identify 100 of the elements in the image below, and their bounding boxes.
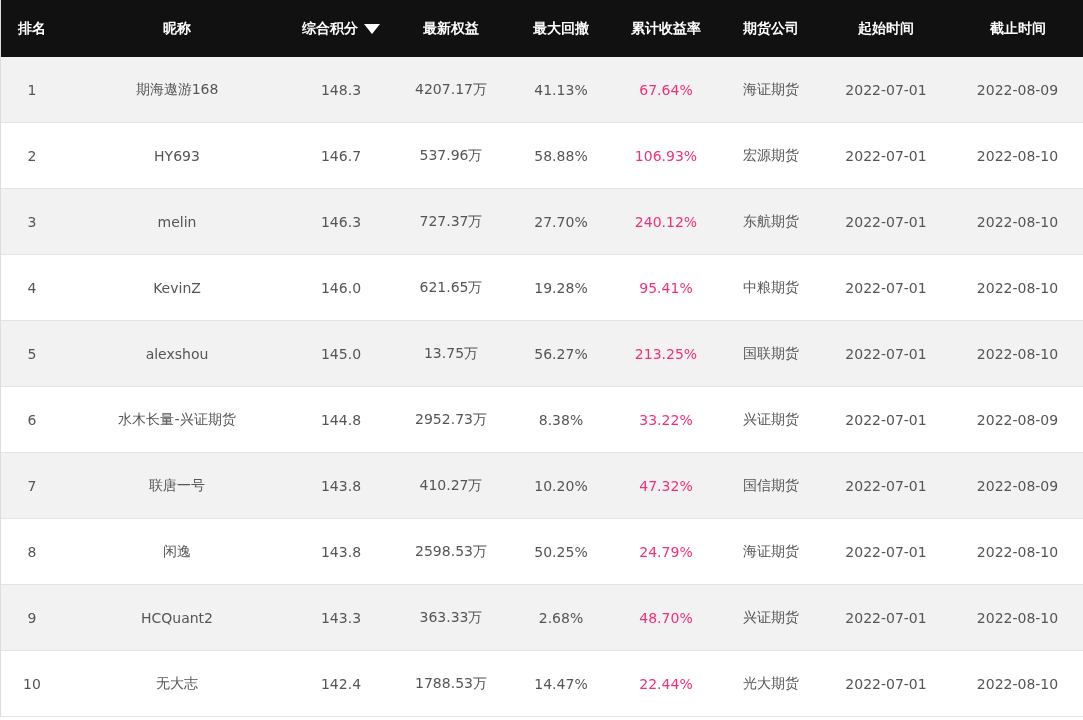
table-cell: 143.8 [320,543,362,560]
table-cell: KevinZ [153,279,201,296]
table-cell: 148.3 [320,81,362,98]
table-cell: 东航期货 [743,212,799,231]
table-cell: 24.79% [639,543,693,560]
table-cell: 光大期货 [743,674,799,693]
column-header[interactable]: 昵称 [63,0,291,57]
table-cell: 143.3 [320,609,362,626]
table-cell: 621.65万 [419,278,483,297]
table-cell: 8 [27,543,37,560]
column-header[interactable]: 期货公司 [721,0,821,57]
column-header[interactable]: 累计收益率 [611,0,721,57]
table-cell: 13.75万 [423,344,479,363]
table-cell: 363.33万 [419,608,483,627]
column-header[interactable]: 排名 [1,0,63,57]
table-cell: 4 [27,279,37,296]
table-cell: HY693 [154,147,200,164]
table-cell: 2022-07-01 [845,609,927,626]
table-cell: 5 [27,345,37,362]
table-cell: 67.64% [639,81,693,98]
table-cell: 2022-08-10 [976,675,1059,692]
table-cell: 宏源期货 [743,146,799,165]
table-cell: 海证期货 [743,542,799,561]
table-cell: 2022-07-01 [845,543,927,560]
table-cell: 2022-07-01 [845,411,927,428]
column-header[interactable]: 最大回撤 [511,0,611,57]
table-cell: 56.27% [534,345,588,362]
table-cell: 27.70% [534,213,588,230]
table-cell: 期海遨游168 [135,80,219,99]
table-cell: 2 [27,147,37,164]
table-cell: 联唐一号 [149,476,205,495]
table-cell: 2.68% [538,609,584,626]
table-cell: 水木长量-兴证期货 [118,410,236,429]
table-cell: 兴证期货 [743,608,799,627]
table-cell: 2022-07-01 [845,213,927,230]
table-cell: 海证期货 [743,80,799,99]
table-cell: 2022-07-01 [845,81,927,98]
table-cell: 2022-07-01 [845,147,927,164]
table-cell: 143.8 [320,477,362,494]
table-cell: 2022-07-01 [845,675,927,692]
table-cell: 48.70% [639,609,693,626]
table-cell: 10.20% [534,477,588,494]
table-cell: 4207.17万 [415,80,487,99]
table-cell: 2952.73万 [415,410,487,429]
table-cell: 145.0 [320,345,362,362]
table-cell: 8.38% [538,411,584,428]
table-cell: 537.96万 [419,146,483,165]
table-cell: 国信期货 [743,476,799,495]
table-cell: 2022-08-10 [976,147,1059,164]
column-header[interactable]: 最新权益 [391,0,511,57]
table-cell: 41.13% [534,81,588,98]
column-header[interactable]: 起始时间 [821,0,951,57]
table-cell: 闲逸 [163,542,191,561]
table-cell: 58.88% [534,147,588,164]
table-cell: 2022-08-09 [976,81,1059,98]
table-cell: 无大志 [156,674,198,693]
table-cell: 146.0 [320,279,362,296]
table-cell: 7 [27,477,37,494]
table-cell: 2022-08-09 [976,411,1059,428]
table-cell: 2022-07-01 [845,345,927,362]
table-cell: 3 [27,213,37,230]
table-cell: 240.12% [634,213,698,230]
table-cell: 142.4 [320,675,362,692]
table-cell: 2022-08-09 [976,477,1059,494]
table-cell: 47.32% [639,477,693,494]
table-cell: 2598.53万 [415,542,487,561]
table-cell: 33.22% [639,411,693,428]
table-cell: 兴证期货 [743,410,799,429]
sort-descending-icon[interactable] [364,23,380,34]
table-cell: 19.28% [534,279,588,296]
table-cell: 9 [27,609,37,626]
table-cell: 1788.53万 [415,674,487,693]
table-cell: 2022-07-01 [845,477,927,494]
table-cell: 727.37万 [419,212,483,231]
table-cell: 106.93% [634,147,698,164]
table-cell: 6 [27,411,37,428]
table-cell: 213.25% [634,345,698,362]
table-cell: 144.8 [320,411,362,428]
table-cell: 中粮期货 [743,278,799,297]
table-cell: HCQuant2 [140,609,213,626]
table-cell: alexshou [145,345,209,362]
table-cell: 国联期货 [743,344,799,363]
table-cell: 146.7 [320,147,362,164]
table-cell: 2022-08-10 [976,543,1059,560]
table-cell: 146.3 [320,213,362,230]
column-header[interactable]: 综合积分 [291,0,391,57]
table-cell: 22.44% [639,675,693,692]
table-cell: 14.47% [534,675,588,692]
table-cell: 95.41% [639,279,693,296]
table-cell: 2022-07-01 [845,279,927,296]
table-cell: 2022-08-10 [976,213,1059,230]
column-header[interactable]: 截止时间 [951,0,1083,57]
table-cell: melin [157,213,197,230]
table-cell: 2022-08-10 [976,279,1059,296]
table-cell: 410.27万 [419,476,483,495]
table-cell: 50.25% [534,543,588,560]
table-cell: 1 [27,81,37,98]
table-cell: 10 [23,675,41,692]
table-cell: 2022-08-10 [976,609,1059,626]
table-cell: 2022-08-10 [976,345,1059,362]
